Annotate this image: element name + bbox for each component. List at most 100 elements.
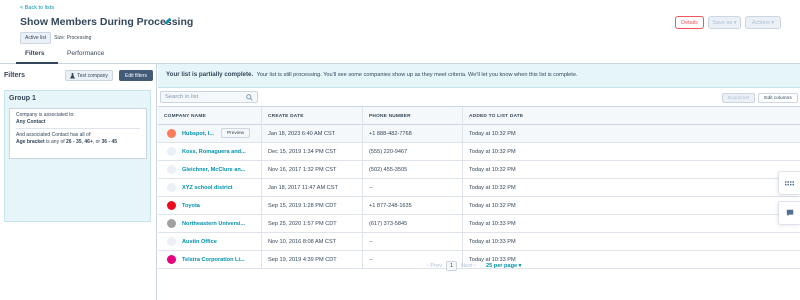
- company-cell: Austin Office: [158, 233, 262, 250]
- company-logo-icon: [167, 255, 176, 264]
- search-box: [160, 91, 258, 103]
- active-list-badge: Active list: [20, 32, 52, 44]
- actions-button[interactable]: Actions ▾: [745, 16, 781, 29]
- filter-property: Age bracket: [16, 139, 45, 145]
- added-date-cell: Today at 10:32 PM: [469, 149, 516, 155]
- chat-icon: [786, 209, 793, 217]
- prev-label: Prev: [430, 263, 442, 269]
- test-company-button[interactable]: Test company: [65, 70, 113, 81]
- company-cell: Telstra Corporation Li...: [158, 251, 262, 268]
- company-cell: Hubspot, I... Preview: [158, 125, 262, 142]
- phone-number-cell: (617) 373-5845: [363, 215, 463, 232]
- filter-line-age-bracket: Age bracket is any of 26 - 35, 46+, or 3…: [16, 139, 140, 146]
- processing-banner: Your list is partially complete. Your li…: [158, 64, 800, 88]
- list-size-text: Size: Processing: [54, 35, 92, 41]
- company-logo-icon: [167, 165, 176, 174]
- back-to-lists-link[interactable]: < Back to lists: [20, 5, 54, 11]
- company-name-link[interactable]: Northeastern Universi...: [182, 221, 245, 227]
- banner-heading: Your list is partially complete.: [166, 71, 254, 78]
- added-date-cell: Today at 10:32 PM: [469, 185, 516, 191]
- table-row[interactable]: Koss, Romaguera and... Dec 15, 2019 1:34 …: [158, 143, 800, 161]
- added-date-cell: Today at 10:32 PM: [469, 203, 516, 209]
- chat-button[interactable]: [778, 201, 800, 225]
- phone-number-cell: (555) 220-9467: [363, 143, 463, 160]
- col-company-name[interactable]: COMPANY NAME: [158, 107, 262, 125]
- company-name-link[interactable]: Austin Office: [182, 239, 217, 245]
- col-create-date[interactable]: CREATE DATE: [262, 107, 363, 125]
- company-name-link[interactable]: Telstra Corporation Li...: [182, 257, 245, 263]
- pagination: ‹ Prev 1 Next › 25 per page ▾: [427, 261, 521, 271]
- edit-pencil-icon[interactable]: [164, 17, 172, 27]
- test-company-label: Test company: [77, 72, 108, 79]
- company-logo-icon: [167, 183, 176, 192]
- filter-group: Group 1 Company is associated to: Any Co…: [4, 90, 151, 222]
- table-row[interactable]: Gleichner, McClure an... Nov 16, 2017 1:3…: [158, 161, 800, 179]
- edit-filters-button[interactable]: Edit filters: [119, 70, 153, 81]
- added-date-cell: Today at 10:33 PM: [469, 221, 516, 227]
- create-date-cell: Dec 15, 2019 1:34 PM CST: [262, 143, 363, 160]
- company-cell: XYZ school district: [158, 179, 262, 196]
- filter-value-1: 26 - 35: [66, 139, 82, 145]
- company-cell: Toyota: [158, 197, 262, 214]
- table-row[interactable]: XYZ school district Jan 18, 2017 11:47 AM…: [158, 179, 800, 197]
- company-name-link[interactable]: Gleichner, McClure an...: [182, 167, 245, 173]
- added-date-cell: Today at 10:32 PM: [469, 167, 516, 173]
- create-date-cell: Jan 18, 2023 6:40 AM CST: [262, 125, 363, 142]
- filter-group-title: Group 1: [9, 95, 36, 102]
- filters-panel: Filters Test company Edit filters Group …: [0, 64, 157, 300]
- prev-page-button[interactable]: ‹ Prev: [427, 263, 442, 269]
- filter-operator: is any of: [44, 139, 67, 145]
- details-button[interactable]: Details: [675, 16, 704, 29]
- company-cell: Northeastern Universi...: [158, 215, 262, 232]
- search-icon[interactable]: [246, 94, 253, 101]
- table-row[interactable]: Austin Office Nov 10, 2016 8:08 AM CST -- T…: [158, 233, 800, 251]
- search-input[interactable]: [161, 92, 245, 102]
- create-date-cell: Sep 25, 2020 1:57 PM CDT: [262, 215, 363, 232]
- create-date-cell: Nov 10, 2016 8:08 AM CST: [262, 233, 363, 250]
- company-logo-icon: [167, 147, 176, 156]
- save-as-button[interactable]: Save as ▾: [708, 16, 741, 29]
- export-list-button[interactable]: Export list: [722, 93, 755, 103]
- filters-heading: Filters: [4, 72, 26, 79]
- tab-performance[interactable]: Performance: [67, 50, 104, 57]
- phone-number-cell: +1 877-248-1635: [363, 197, 463, 214]
- flask-icon: [70, 72, 76, 78]
- company-logo-icon: [167, 219, 176, 228]
- filter-sep-2: , or: [92, 139, 102, 145]
- table-row[interactable]: Hubspot, I... Preview Jan 18, 2023 6:40 AM…: [158, 125, 800, 143]
- company-name-link[interactable]: Hubspot, I...: [182, 131, 214, 137]
- company-cell: Koss, Romaguera and...: [158, 143, 262, 160]
- current-page[interactable]: 1: [445, 261, 458, 271]
- added-date-cell: Today at 10:32 PM: [469, 131, 516, 137]
- tab-bar: Filters Performance: [0, 45, 800, 64]
- phone-number-cell: +1 888-482-7768: [363, 125, 463, 142]
- company-name-link[interactable]: XYZ school district: [182, 185, 233, 191]
- create-date-cell: Sep 19, 2019 4:39 PM CDT: [262, 251, 363, 268]
- phone-number-cell: --: [363, 179, 463, 196]
- members-table: COMPANY NAME CREATE DATE PHONE NUMBER AD…: [158, 106, 800, 269]
- filter-group-card[interactable]: Company is associated to: Any Contact An…: [9, 108, 147, 159]
- filter-line-has-all: And associated Contact has all of:: [16, 132, 92, 138]
- tab-filters[interactable]: Filters: [25, 50, 45, 57]
- edit-columns-button[interactable]: Edit columns: [758, 93, 798, 103]
- phone-number-cell: (502) 455-3505: [363, 161, 463, 178]
- phone-number-cell: --: [363, 233, 463, 250]
- table-body: Hubspot, I... Preview Jan 18, 2023 6:40 AM…: [158, 125, 800, 269]
- next-label: Next: [461, 263, 473, 269]
- col-added-date[interactable]: ADDED TO LIST DATE: [463, 107, 800, 125]
- preview-button[interactable]: Preview: [221, 128, 250, 138]
- company-name-link[interactable]: Toyota: [182, 203, 200, 209]
- company-name-link[interactable]: Koss, Romaguera and...: [182, 149, 246, 155]
- company-logo-icon: [167, 129, 176, 138]
- table-row[interactable]: Toyota Sep 15, 2019 1:28 PM CDT +1 877-248…: [158, 197, 800, 215]
- grid-icon: [785, 180, 794, 185]
- added-date-cell: Today at 10:33 PM: [469, 239, 516, 245]
- filter-value-3: 36 - 45: [101, 139, 118, 145]
- filter-line-any-contact: Any Contact: [16, 119, 46, 125]
- table-row[interactable]: Northeastern Universi... Sep 25, 2020 1:5…: [158, 215, 800, 233]
- next-page-button[interactable]: Next ›: [461, 263, 476, 269]
- side-panel-button[interactable]: [778, 171, 800, 195]
- col-phone-number[interactable]: PHONE NUMBER: [363, 107, 463, 125]
- banner-text: Your list is still processing. You'll se…: [256, 72, 578, 78]
- per-page-select[interactable]: 25 per page ▾: [486, 263, 521, 269]
